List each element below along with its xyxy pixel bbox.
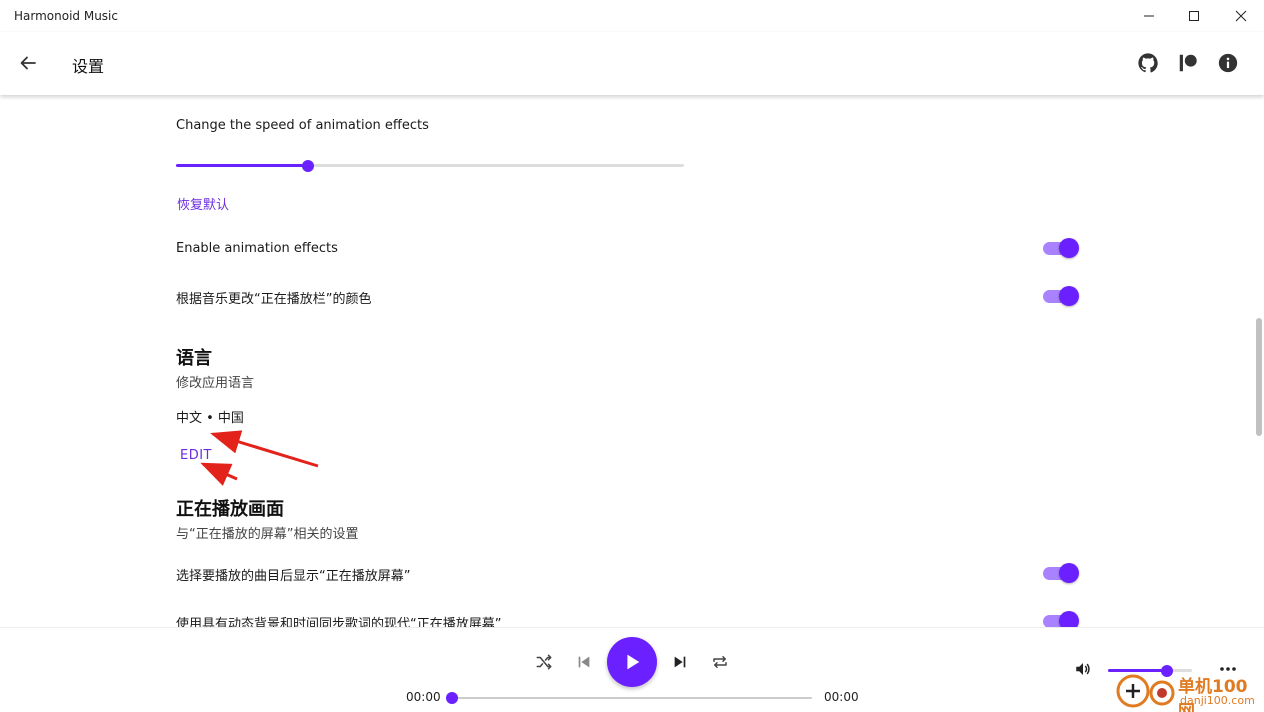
info-icon xyxy=(1218,53,1238,73)
toggle-knob xyxy=(1059,611,1079,627)
app-title: Harmonoid Music xyxy=(14,9,118,23)
seek-thumb[interactable] xyxy=(446,692,458,704)
github-button[interactable] xyxy=(1135,50,1161,76)
skip-previous-icon xyxy=(578,656,590,668)
maximize-icon xyxy=(1189,11,1199,21)
scrollbar-thumb[interactable] xyxy=(1256,318,1262,436)
modern-now-playing-label: 使用具有动态背景和时间同步歌词的现代“正在播放屏幕” xyxy=(176,617,502,627)
minimize-button[interactable] xyxy=(1126,0,1172,32)
toggle-knob xyxy=(1059,238,1079,258)
previous-button[interactable] xyxy=(572,650,596,674)
volume-icon xyxy=(1076,663,1090,675)
app-bar: 设置 xyxy=(0,32,1264,95)
arrow-back-icon xyxy=(20,56,36,70)
shuffle-button[interactable] xyxy=(532,650,556,674)
next-button[interactable] xyxy=(668,650,692,674)
repeat-button[interactable] xyxy=(708,650,732,674)
track-duration: 00:00 xyxy=(824,690,859,704)
edit-language-button[interactable]: EDIT xyxy=(180,448,212,463)
slider-fill xyxy=(176,164,309,167)
app-window: Harmonoid Music 设置 Change the speed of a… xyxy=(0,0,1264,712)
player-bar: 00:00 00:00 xyxy=(0,627,1264,712)
color-by-music-toggle[interactable] xyxy=(1041,285,1079,307)
show-now-playing-toggle[interactable] xyxy=(1041,562,1079,584)
now-playing-section-title: 正在播放画面 xyxy=(176,499,284,520)
play-button[interactable] xyxy=(607,637,657,687)
animation-speed-label: Change the speed of animation effects xyxy=(176,118,429,133)
repeat-icon xyxy=(713,656,727,668)
enable-animation-toggle[interactable] xyxy=(1041,237,1079,259)
modern-now-playing-toggle[interactable] xyxy=(1041,610,1079,627)
color-by-music-label: 根据音乐更改“正在播放栏”的颜色 xyxy=(176,292,372,307)
github-icon xyxy=(1138,53,1158,73)
play-icon xyxy=(627,654,640,670)
volume-button[interactable] xyxy=(1072,658,1094,680)
enable-animation-label: Enable animation effects xyxy=(176,241,338,256)
slider-thumb[interactable] xyxy=(302,160,315,172)
toggle-knob xyxy=(1059,286,1079,306)
reset-default-button[interactable]: 恢复默认 xyxy=(177,194,229,213)
close-icon xyxy=(1235,10,1247,22)
minimize-icon xyxy=(1144,15,1154,17)
toggle-knob xyxy=(1059,563,1079,583)
patreon-button[interactable] xyxy=(1175,50,1201,76)
page-title: 设置 xyxy=(72,57,105,76)
language-section-subtitle: 修改应用语言 xyxy=(176,376,255,391)
back-button[interactable] xyxy=(14,49,42,77)
title-bar: Harmonoid Music xyxy=(0,0,1264,32)
info-button[interactable] xyxy=(1215,50,1241,76)
patreon-icon xyxy=(1179,54,1197,72)
watermark-logo xyxy=(1116,674,1175,708)
close-button[interactable] xyxy=(1218,0,1264,32)
watermark-url: danji100.com xyxy=(1180,694,1255,707)
shuffle-icon xyxy=(536,654,552,670)
now-playing-section-subtitle: 与“正在播放的屏幕”相关的设置 xyxy=(176,527,359,542)
current-position: 00:00 xyxy=(406,690,441,704)
language-section-title: 语言 xyxy=(176,348,212,369)
show-now-playing-label: 选择要播放的曲目后显示“正在播放屏幕” xyxy=(176,569,411,584)
maximize-button[interactable] xyxy=(1171,0,1217,32)
skip-next-icon xyxy=(674,656,686,668)
current-language: 中文 • 中国 xyxy=(176,411,244,426)
seek-track xyxy=(452,697,812,699)
settings-content: Change the speed of animation effects 恢复… xyxy=(0,95,1252,627)
